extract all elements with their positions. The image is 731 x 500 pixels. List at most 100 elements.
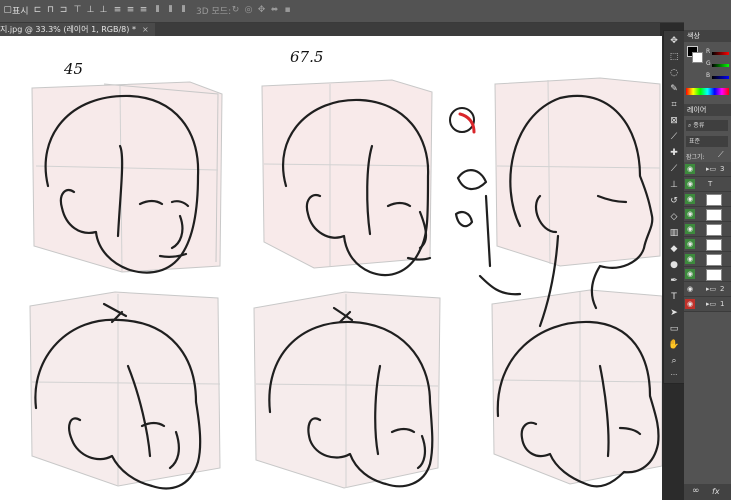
document-tab-title: 지.jpg @ 33.3% (레이어 1, RGB/8) * [0, 25, 136, 34]
angle-label-45: 45 [64, 60, 84, 78]
channel-g-label: G [706, 60, 711, 67]
pen-tool-icon[interactable]: ✒ [668, 275, 680, 287]
type-tool-icon[interactable]: T [668, 291, 680, 303]
right-panels: 색상 R G B 레이어 ⌕ 종류 표준 잠그기: ⟋ ◉ ▸▭ 3 ◉ T ◉… [684, 22, 731, 500]
layer-thumbnail [706, 269, 722, 281]
visibility-eye-icon[interactable]: ◉ [685, 269, 695, 279]
layer-row[interactable]: ◉ [684, 267, 731, 282]
3d-mode-label: 3D 모드: [196, 7, 232, 17]
dodge-tool-icon[interactable]: ● [668, 259, 680, 271]
document-tab[interactable]: 지.jpg @ 33.3% (레이어 1, RGB/8) * × [0, 23, 155, 36]
group-folder-icon: ▸▭ [706, 300, 717, 308]
group-folder-icon: ▸▭ [706, 285, 717, 293]
lasso-tool-icon[interactable]: ◌ [668, 67, 680, 79]
layer-row[interactable]: ◉ [684, 207, 731, 222]
layer-row[interactable]: ◉ ▸▭ 3 [684, 162, 731, 177]
visibility-eye-icon[interactable]: ◉ [685, 299, 695, 309]
blur-tool-icon[interactable]: ◆ [668, 243, 680, 255]
top-left-guide-box [31, 81, 223, 273]
visibility-eye-icon[interactable]: ◉ [685, 224, 695, 234]
bottom-right-guide-box [491, 289, 662, 485]
layer-row[interactable]: ◉ ▸▭ 2 [684, 282, 731, 297]
distribute-middle-icon[interactable]: ≡ [125, 5, 136, 15]
layers-footer: ∞ fx [684, 484, 731, 500]
layer-row[interactable]: ◉ [684, 192, 731, 207]
visibility-eye-icon[interactable]: ◉ [685, 194, 695, 204]
frame-tool-icon[interactable]: ⊠ [668, 115, 680, 127]
visibility-eye-icon[interactable]: ◉ [685, 209, 695, 219]
move-tool-icon[interactable]: ✥ [668, 35, 680, 47]
top-right-guide-box [494, 77, 661, 267]
eraser-tool-icon[interactable]: ◇ [668, 211, 680, 223]
eyedropper-tool-icon[interactable]: ⟋ [668, 131, 680, 143]
zoom-tool-icon[interactable]: ⌕ [668, 355, 680, 367]
layer-effects-icon[interactable]: fx [712, 487, 720, 496]
path-select-tool-icon[interactable]: ➤ [668, 307, 680, 319]
layer-thumbnail [706, 209, 722, 221]
angle-label-67-5: 67.5 [290, 48, 324, 66]
align-top-icon[interactable]: ⊤ [72, 5, 83, 15]
layer-name: 2 [720, 285, 725, 293]
history-brush-tool-icon[interactable]: ↺ [668, 195, 680, 207]
rectangle-tool-icon[interactable]: ▭ [668, 323, 680, 335]
close-tab-icon[interactable]: × [142, 25, 149, 34]
channel-r-slider[interactable] [712, 52, 729, 55]
layer-row[interactable]: ◉ [684, 237, 731, 252]
document-canvas[interactable]: 45 67.5 [0, 36, 662, 500]
3d-slide-icon[interactable]: ⬌ [269, 5, 280, 15]
3d-rotate-icon[interactable]: ↻ [230, 5, 241, 15]
layer-row[interactable]: ◉ [684, 252, 731, 267]
align-right-icon[interactable]: ⊐ [58, 5, 69, 15]
layers-panel-header: 레이어 [684, 104, 731, 116]
distribute-top-icon[interactable]: ≡ [112, 5, 123, 15]
distribute-right-icon[interactable]: ⦀ [178, 5, 189, 15]
visibility-eye-icon[interactable]: ◉ [685, 164, 695, 174]
healing-brush-tool-icon[interactable]: ✚ [668, 147, 680, 159]
head-drawing-artwork [29, 77, 662, 490]
hand-tool-icon[interactable]: ✋ [668, 339, 680, 351]
lock-brush-icon[interactable]: ⟋ [718, 150, 724, 160]
show-transform-label: 표시 [12, 7, 29, 17]
align-middle-icon[interactable]: ⊥ [85, 5, 96, 15]
more-tools-icon[interactable]: ··· [668, 369, 680, 381]
visibility-eye-icon[interactable]: ◉ [685, 254, 695, 264]
3d-pan-icon[interactable]: ✥ [256, 5, 267, 15]
blend-mode-select[interactable]: 표준 [686, 136, 728, 147]
filter-search-icon: ⌕ [688, 122, 692, 129]
link-layers-icon[interactable]: ∞ [692, 486, 700, 496]
layer-row[interactable]: ◉ ▸▭ 1 [684, 297, 731, 312]
layer-thumbnail [706, 194, 722, 206]
align-bottom-icon[interactable]: ⊥ [98, 5, 109, 15]
layer-row[interactable]: ◉ [684, 222, 731, 237]
channel-b-slider[interactable] [712, 76, 729, 79]
visibility-eye-icon[interactable]: ◉ [685, 179, 695, 189]
distribute-center-icon[interactable]: ⦀ [165, 5, 176, 15]
channel-g-slider[interactable] [712, 64, 729, 67]
visibility-eye-icon[interactable]: ◉ [685, 239, 695, 249]
options-bar: ▢ 표시 ⊏ ⊓ ⊐ ⊤ ⊥ ⊥ ≡ ≡ ≡ ⦀ ⦀ ⦀ 3D 모드: ↻ ◎ … [0, 0, 731, 23]
align-center-icon[interactable]: ⊓ [45, 5, 56, 15]
gradient-tool-icon[interactable]: ▥ [668, 227, 680, 239]
tools-panel: ✥ ⬚ ◌ ✎ ⌗ ⊠ ⟋ ✚ ⟋ ⊥ ↺ ◇ ▥ ◆ ● ✒ T ➤ ▭ ✋ … [663, 30, 685, 384]
quick-select-tool-icon[interactable]: ✎ [668, 83, 680, 95]
3d-scale-icon[interactable]: ▪ [282, 5, 293, 15]
align-left-icon[interactable]: ⊏ [32, 5, 43, 15]
layer-filter-select[interactable]: ⌕ 종류 [686, 120, 728, 131]
layer-name: 3 [720, 165, 725, 173]
clone-stamp-tool-icon[interactable]: ⊥ [668, 179, 680, 191]
distribute-left-icon[interactable]: ⦀ [152, 5, 163, 15]
marquee-tool-icon[interactable]: ⬚ [668, 51, 680, 63]
top-middle-guide-box [261, 79, 433, 269]
channel-r-label: R [706, 48, 711, 55]
distribute-bottom-icon[interactable]: ≡ [138, 5, 149, 15]
color-spectrum-bar[interactable] [686, 88, 729, 95]
visibility-eye-icon[interactable]: ◉ [685, 284, 695, 294]
brush-tool-icon[interactable]: ⟋ [668, 163, 680, 175]
crop-tool-icon[interactable]: ⌗ [668, 99, 680, 111]
layer-thumbnail [706, 239, 722, 251]
background-color-swatch[interactable] [692, 52, 703, 63]
layer-row[interactable]: ◉ T [684, 177, 731, 192]
3d-roll-icon[interactable]: ◎ [243, 5, 254, 15]
document-tab-bar: 지.jpg @ 33.3% (레이어 1, RGB/8) * × [0, 23, 660, 36]
layer-name: 1 [720, 300, 725, 308]
